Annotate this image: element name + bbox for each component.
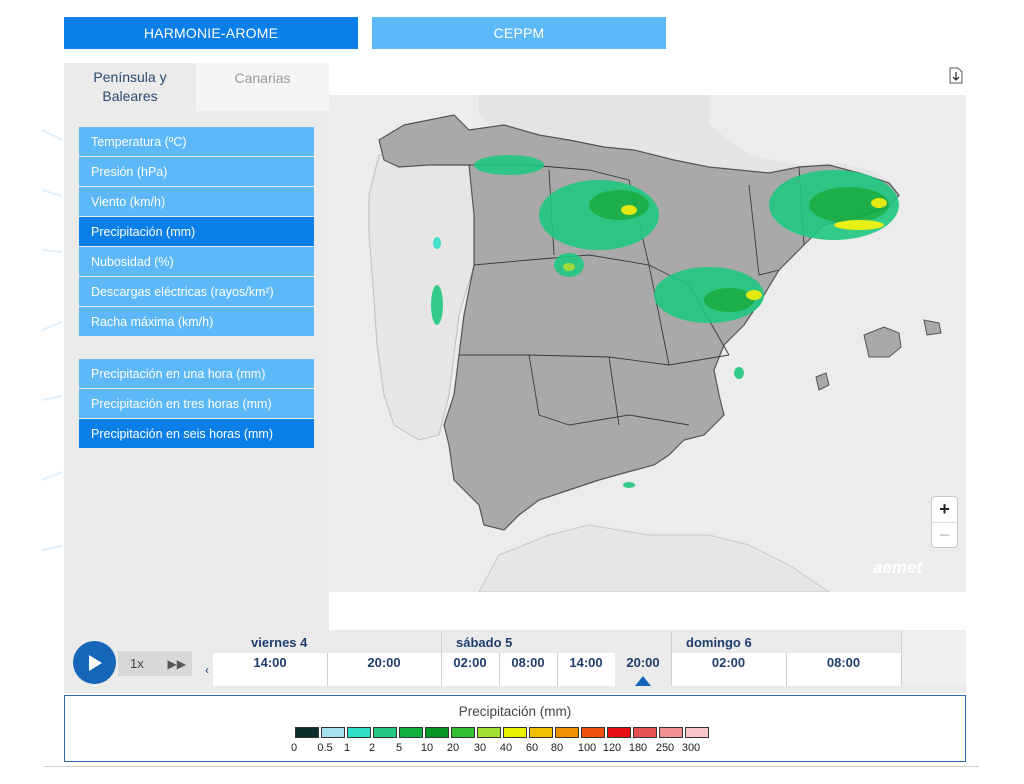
legend-tick: 120 (602, 742, 622, 754)
legend-swatch (503, 727, 527, 738)
divider (44, 766, 979, 767)
legend-tick: 0.5 (317, 742, 333, 754)
legend-swatch (347, 727, 371, 738)
legend-swatch (633, 727, 657, 738)
legend-tick: 0 (290, 742, 298, 754)
legend-swatch (555, 727, 579, 738)
model-ceppm-button[interactable]: CEPPM (372, 17, 666, 49)
variable-descargas[interactable]: Descargas eléctricas (rayos/km²) (79, 277, 314, 306)
legend-tick: 40 (499, 742, 513, 754)
legend-title: Precipitación (mm) (458, 704, 572, 719)
model-harmonie-button[interactable]: HARMONIE-AROME (64, 17, 358, 49)
variable-presion[interactable]: Presión (hPa) (79, 157, 314, 186)
accumulation-6h[interactable]: Precipitación en seis horas (mm) (79, 419, 314, 448)
legend-swatch (685, 727, 709, 738)
timeline-prev-arrow[interactable]: ‹ (201, 653, 213, 686)
timeline-hour[interactable]: 02:00 (441, 653, 499, 686)
fast-forward-icon: ▶▶ (167, 656, 186, 671)
legend-swatch (659, 727, 683, 738)
background-decoration (41, 129, 63, 551)
legend-swatch (373, 727, 397, 738)
legend-tick: 2 (368, 742, 376, 754)
variable-nubosidad[interactable]: Nubosidad (%) (79, 247, 314, 276)
precipitation-legend: Precipitación (mm) 0 0.5 1 2 5 10 20 30 40 60 80 10… (64, 695, 966, 762)
timeline-hour[interactable]: 14:00 (557, 653, 615, 686)
legend-swatch (321, 727, 345, 738)
legend-swatch (529, 727, 553, 738)
timeline: viernes 4 sábado 5 domingo 6 ‹ › 14:00 2… (201, 631, 966, 686)
tab-canarias[interactable]: Canarias (196, 63, 329, 111)
legend-tick: 5 (395, 742, 403, 754)
speed-selector[interactable]: 1x ▶▶ (118, 651, 192, 676)
legend-swatch (477, 727, 501, 738)
legend-tick: 300 (681, 742, 701, 754)
speed-label: 1x (130, 656, 144, 671)
variable-racha[interactable]: Racha máxima (km/h) (79, 307, 314, 336)
tab-peninsula-label: Península y Baleares (93, 69, 167, 104)
variable-list: Temperatura (ºC) Presión (hPa) Viento (k… (79, 127, 314, 337)
download-icon[interactable] (949, 67, 963, 84)
legend-tick: 80 (550, 742, 564, 754)
legend-swatch (607, 727, 631, 738)
legend-swatch (295, 727, 319, 738)
timeline-hour[interactable]: 08:00 (499, 653, 557, 686)
timeline-hour[interactable]: 08:00 (786, 653, 901, 686)
play-icon (88, 654, 102, 671)
day-label: viernes 4 (251, 634, 308, 650)
accumulation-3h[interactable]: Precipitación en tres horas (mm) (79, 389, 314, 418)
timeline-hour[interactable]: 02:00 (671, 653, 786, 686)
legend-swatch (425, 727, 449, 738)
tab-peninsula[interactable]: Península y Baleares (64, 63, 196, 111)
legend-tick: 1 (343, 742, 351, 754)
zoom-control: + − (932, 497, 957, 547)
legend-swatch (451, 727, 475, 738)
aemet-logo: aemet (873, 558, 923, 577)
legend-swatch (399, 727, 423, 738)
accumulation-list: Precipitación en una hora (mm) Precipita… (79, 359, 314, 449)
tab-canarias-label: Canarias (234, 69, 291, 86)
variable-viento[interactable]: Viento (km/h) (79, 187, 314, 216)
precipitation-map[interactable] (329, 95, 966, 592)
day-label: domingo 6 (686, 634, 752, 650)
zoom-out-button[interactable]: − (932, 523, 957, 548)
variable-precipitacion[interactable]: Precipitación (mm) (79, 217, 314, 246)
legend-tick: 100 (577, 742, 597, 754)
play-button[interactable] (73, 641, 116, 684)
accumulation-1h[interactable]: Precipitación en una hora (mm) (79, 359, 314, 388)
map-canvas (368, 95, 942, 592)
legend-swatch (581, 727, 605, 738)
legend-tick: 250 (655, 742, 675, 754)
timeline-marker-icon (635, 676, 651, 686)
zoom-in-button[interactable]: + (932, 497, 957, 523)
legend-tick: 20 (446, 742, 460, 754)
legend-tick: 180 (628, 742, 648, 754)
timeline-hour[interactable]: 14:00 (213, 653, 327, 686)
timeline-hour[interactable]: 20:00 (327, 653, 441, 686)
legend-tick: 60 (525, 742, 539, 754)
day-label: sábado 5 (456, 634, 513, 650)
legend-tick: 10 (420, 742, 434, 754)
variable-temperatura[interactable]: Temperatura (ºC) (79, 127, 314, 156)
legend-tick: 30 (473, 742, 487, 754)
